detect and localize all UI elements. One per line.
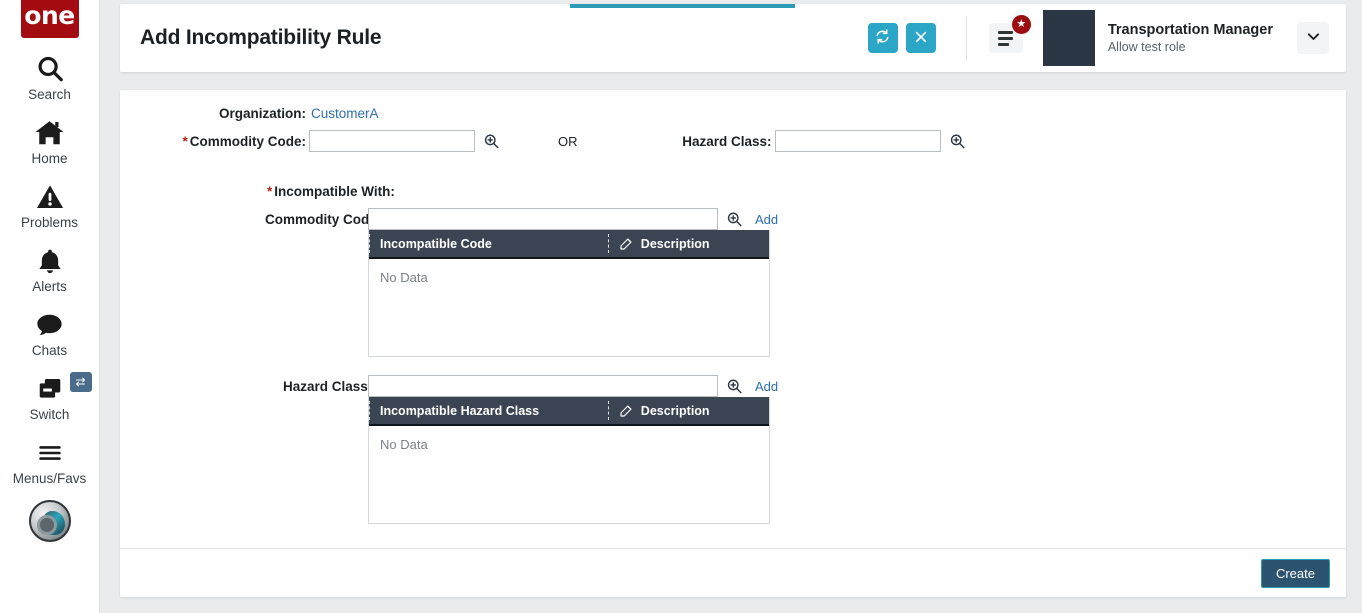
bell-icon <box>36 244 64 278</box>
windows-stack-icon <box>35 372 65 406</box>
list-lines-icon <box>998 30 1014 46</box>
hazard-class-input[interactable] <box>774 130 941 152</box>
sidebar-item-label: Menus/Favs <box>12 471 87 486</box>
column-header-incompatible-hazard-class[interactable]: Incompatible Hazard Class <box>369 397 608 424</box>
chevron-down-icon <box>1306 29 1321 48</box>
form-area: Organization: CustomerA * Commodity Code:… <box>120 90 1346 524</box>
page-header-card: Add Incompatibility Rule ★ Transportatio… <box>120 4 1346 72</box>
table-body: No Data <box>369 259 769 356</box>
empty-state-text: No Data <box>380 437 428 452</box>
commodity-codes-label: Commodity Codes: <box>265 211 389 227</box>
application-window: one Search Home Problems Alerts Chats ⇄ … <box>0 0 1362 613</box>
column-header-label: Description <box>640 236 710 251</box>
refresh-icon <box>875 29 890 47</box>
required-marker: * <box>182 133 188 149</box>
column-header-description[interactable]: Description <box>607 397 769 424</box>
form-footer: Create <box>120 548 1346 597</box>
active-tab-indicator <box>570 4 795 8</box>
commodity-code-input[interactable] <box>309 130 475 152</box>
sidebar-item-label: Switch <box>29 407 70 422</box>
commodity-code-row: * Commodity Code: OR Hazard Class: <box>120 130 1346 152</box>
avatar[interactable] <box>28 500 71 542</box>
organization-label: Organization: <box>219 106 306 121</box>
hazard-class-search-icon[interactable] <box>949 133 966 150</box>
sidebar-item-label: Alerts <box>32 279 67 294</box>
commodity-code-search-icon[interactable] <box>483 133 500 150</box>
table-body: No Data <box>369 426 769 523</box>
sidebar-item-label: Problems <box>20 215 79 230</box>
close-icon <box>914 30 928 47</box>
hazard-classes-search-icon[interactable] <box>726 378 743 395</box>
hamburger-icon <box>35 436 65 470</box>
user-info: Transportation Manager Allow test role <box>1108 22 1273 54</box>
create-button[interactable]: Create <box>1260 558 1330 588</box>
hazard-classes-row: Hazard Classes: Add <box>120 375 1346 397</box>
table-header-row: Incompatible Code Description <box>368 94 769 259</box>
sidebar-item-search[interactable]: Search <box>0 52 100 102</box>
empty-state-text: No Data <box>380 270 428 285</box>
sidebar-item-label: Chats <box>31 343 68 358</box>
commodity-codes-search-icon[interactable] <box>726 211 743 228</box>
switch-toggle-badge-icon[interactable]: ⇄ <box>69 372 92 392</box>
hazard-classes-group: Hazard Classes: Add Incompatible Hazard … <box>120 94 1346 524</box>
star-badge-icon: ★ <box>1011 15 1031 34</box>
table-header-row: Incompatible Hazard Class Description <box>368 94 769 426</box>
organization-row: Organization: CustomerA <box>120 106 1346 121</box>
sidebar-item-alerts[interactable]: Alerts <box>0 244 100 294</box>
page-title: Add Incompatibility Rule <box>140 26 382 49</box>
user-name: Transportation Manager <box>1107 22 1273 38</box>
table-header-edge <box>368 94 369 115</box>
hazard-classes-table: Incompatible Hazard Class Description No… <box>368 94 770 524</box>
column-header-label: Description <box>640 403 710 418</box>
commodity-codes-table: Incompatible Code Description No Data <box>368 94 770 357</box>
sidebar-item-chats[interactable]: Chats <box>0 308 100 358</box>
hazard-classes-input[interactable] <box>368 375 718 397</box>
header-actions: ★ Transportation Manager Allow test role <box>860 4 1346 72</box>
column-header-description[interactable]: Description <box>607 230 769 257</box>
warning-triangle-icon <box>35 180 65 214</box>
required-marker: * <box>267 184 273 199</box>
close-button[interactable] <box>905 23 936 53</box>
sidebar-item-label: Home <box>31 151 68 166</box>
sidebar-item-home[interactable]: Home <box>0 116 100 166</box>
form-card: Organization: CustomerA * Commodity Code:… <box>120 90 1346 597</box>
user-photo <box>1042 10 1095 66</box>
edit-pencil-icon <box>619 236 634 251</box>
commodity-codes-add-link[interactable]: Add <box>755 212 778 227</box>
user-menu-toggle[interactable] <box>1297 22 1329 54</box>
search-icon <box>35 52 65 86</box>
refresh-button[interactable] <box>867 23 898 53</box>
user-role: Allow test role <box>1107 40 1186 54</box>
hazard-classes-label: Hazard Classes: <box>283 378 388 394</box>
commodity-codes-group: Commodity Codes: Add Incompatible Code D… <box>120 94 1346 357</box>
sidebar-item-menus-favs[interactable]: Menus/Favs <box>0 436 100 486</box>
or-separator-label: OR <box>558 133 578 149</box>
header-divider <box>965 16 967 60</box>
sidebar-item-problems[interactable]: Problems <box>0 180 100 230</box>
left-sidebar: one Search Home Problems Alerts Chats ⇄ … <box>0 0 100 613</box>
home-icon <box>34 116 65 150</box>
hazard-class-label: Hazard Class: <box>682 133 772 149</box>
commodity-code-label: * Commodity Code: <box>182 133 306 149</box>
sidebar-item-switch[interactable]: ⇄ Switch <box>0 372 100 422</box>
hazard-classes-add-link[interactable]: Add <box>755 379 778 394</box>
sidebar-item-label: Search <box>28 87 71 102</box>
column-header-incompatible-code[interactable]: Incompatible Code <box>369 230 608 257</box>
brand-logo[interactable]: one <box>20 0 79 38</box>
commodity-codes-row: Commodity Codes: Add <box>120 208 1346 230</box>
chat-bubble-icon <box>34 308 65 342</box>
favorites-menu-button[interactable]: ★ <box>988 15 1031 53</box>
incompatible-with-label: * Incompatible With: <box>267 184 395 199</box>
commodity-codes-input[interactable] <box>368 208 718 230</box>
edit-pencil-icon <box>619 403 634 418</box>
